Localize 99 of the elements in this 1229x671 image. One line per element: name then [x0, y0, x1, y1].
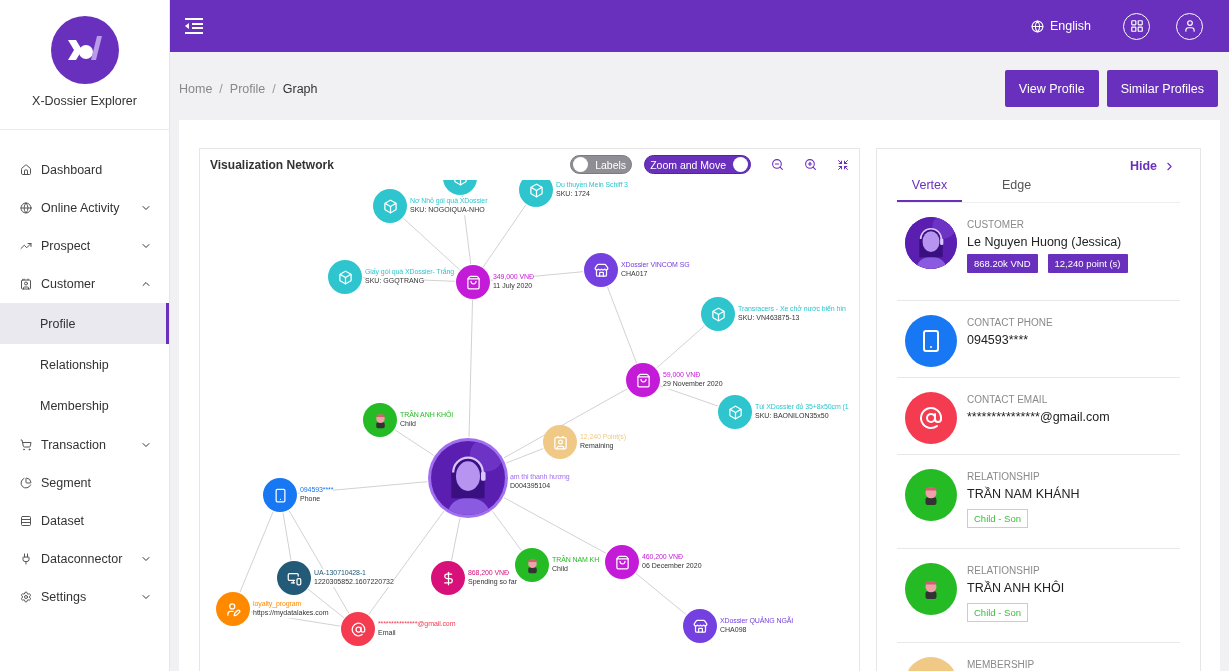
nav-icon: [20, 240, 32, 252]
breadcrumb-separator: /: [219, 81, 223, 96]
entry-value: TRẦN ANH KHÔI: [967, 581, 1065, 595]
entry-value: 094593****: [967, 333, 1030, 347]
graph-node[interactable]: [683, 609, 717, 643]
panel-tab[interactable]: Edge: [984, 175, 1049, 202]
store-icon: [593, 262, 609, 278]
shopping-bag-icon: [635, 372, 651, 388]
logo: [50, 16, 119, 84]
relation-tag: Child - Son: [967, 603, 1028, 622]
sidebar-item[interactable]: Dataset: [0, 502, 169, 540]
graph-edge: [635, 572, 687, 616]
graph-node[interactable]: [363, 403, 397, 437]
action-button[interactable]: Similar Profiles: [1106, 70, 1218, 107]
sidebar-subitem[interactable]: Profile: [0, 303, 169, 344]
sidebar-item[interactable]: Segment: [0, 464, 169, 502]
zoom-in-button[interactable]: [804, 158, 817, 171]
graph-edge: [659, 385, 719, 407]
graph-node[interactable]: [626, 363, 660, 397]
entry-label: CONTACT PHONE: [967, 317, 1053, 328]
graph-node[interactable]: [543, 425, 577, 459]
graph-node[interactable]: [277, 561, 311, 595]
shrink-icon: [837, 158, 849, 171]
entry-value: Le Nguyen Huong (Jessica): [967, 235, 1123, 249]
nav-icon: [20, 278, 32, 290]
graph-edge: [656, 325, 705, 369]
graph-node[interactable]: [328, 260, 362, 294]
zoom-out-icon: [771, 158, 784, 171]
graph-node[interactable]: [216, 592, 250, 626]
box-icon: [528, 182, 544, 198]
shopping-bag-icon: [465, 274, 481, 290]
entry-label: RELATIONSHIP: [967, 471, 1041, 482]
breadcrumb-link[interactable]: Graph: [282, 81, 318, 96]
box-icon: [727, 404, 743, 420]
nav-icon: [20, 553, 32, 565]
box-icon: [382, 198, 398, 214]
sidebar-item[interactable]: Online Activity: [0, 189, 169, 227]
graph-node[interactable]: [341, 612, 375, 646]
globe-icon: [1031, 19, 1044, 33]
sidebar-item[interactable]: Dashboard: [0, 151, 169, 189]
graph-node[interactable]: [263, 478, 297, 512]
graph-node[interactable]: [373, 189, 407, 223]
at-sign-icon: [350, 621, 366, 637]
panel-tab[interactable]: Vertex: [897, 175, 962, 202]
hide-button[interactable]: Hide: [1129, 159, 1176, 173]
grid-icon: [1129, 19, 1144, 33]
id-card-icon: [552, 434, 568, 450]
entry-label: CONTACT EMAIL: [967, 394, 1049, 405]
nav-icon: [20, 439, 32, 451]
graph-node[interactable]: [519, 180, 553, 207]
nav-icon: [20, 515, 32, 527]
store-icon: [692, 618, 708, 634]
entry-label: MEMBERSHIP: [967, 659, 1035, 670]
entry-value: TRẦN NAM KHÁNH: [967, 487, 1080, 501]
brand-name: X-Dossier Explorer: [32, 94, 137, 108]
nav-icon: [20, 164, 32, 176]
sidebar-item[interactable]: Settings: [0, 578, 169, 616]
value-badge: 868.20k VND: [967, 254, 1038, 273]
menu-collapse-button[interactable]: [184, 18, 204, 34]
menu-icon: [184, 18, 204, 34]
sidebar-subitem[interactable]: Membership: [0, 385, 169, 426]
sidebar-item[interactable]: Prospect: [0, 227, 169, 265]
box-icon: [337, 269, 353, 285]
user-icon: [1182, 19, 1197, 33]
nav-icon: [20, 591, 32, 603]
graph-node[interactable]: [718, 395, 752, 429]
value-badge: 12,240 point (s): [1047, 254, 1128, 273]
breadcrumb-separator: /: [272, 81, 276, 96]
entry-label: CUSTOMER: [967, 219, 1026, 230]
sidebar-subitem[interactable]: Relationship: [0, 344, 169, 385]
graph-node[interactable]: [456, 265, 490, 299]
graph-node[interactable]: [605, 545, 639, 579]
user-pen-icon: [225, 601, 241, 617]
relation-tag: Child - Son: [967, 509, 1028, 528]
nav-icon: [20, 202, 32, 214]
toggle-switch[interactable]: Zoom and Move: [644, 155, 751, 174]
language-selector[interactable]: English: [1025, 18, 1097, 34]
entry-value: ***************@gmail.com: [967, 410, 1110, 424]
graph-node[interactable]: [431, 561, 465, 595]
nav-icon: [20, 477, 32, 489]
zoom-out-button[interactable]: [771, 158, 784, 171]
box-icon: [710, 306, 726, 322]
graph-node[interactable]: [515, 548, 549, 582]
sidebar-item[interactable]: Dataconnector: [0, 540, 169, 578]
entry-label: RELATIONSHIP: [967, 565, 1041, 576]
graph-node[interactable]: [584, 253, 618, 287]
at-sign-icon: [919, 406, 943, 430]
graph-node[interactable]: [701, 297, 735, 331]
shopping-bag-icon: [614, 554, 630, 570]
sidebar-item[interactable]: Transaction: [0, 426, 169, 464]
devices-icon: [286, 570, 302, 586]
action-button[interactable]: View Profile: [1004, 70, 1099, 107]
graph-edge: [394, 429, 435, 456]
phone-icon: [272, 487, 288, 503]
fit-screen-button[interactable]: [837, 158, 849, 171]
graph-edge: [451, 517, 461, 561]
sidebar-item[interactable]: Customer: [0, 265, 169, 303]
zoom-in-icon: [804, 158, 817, 171]
graph-title: Visualization Network: [210, 157, 335, 172]
